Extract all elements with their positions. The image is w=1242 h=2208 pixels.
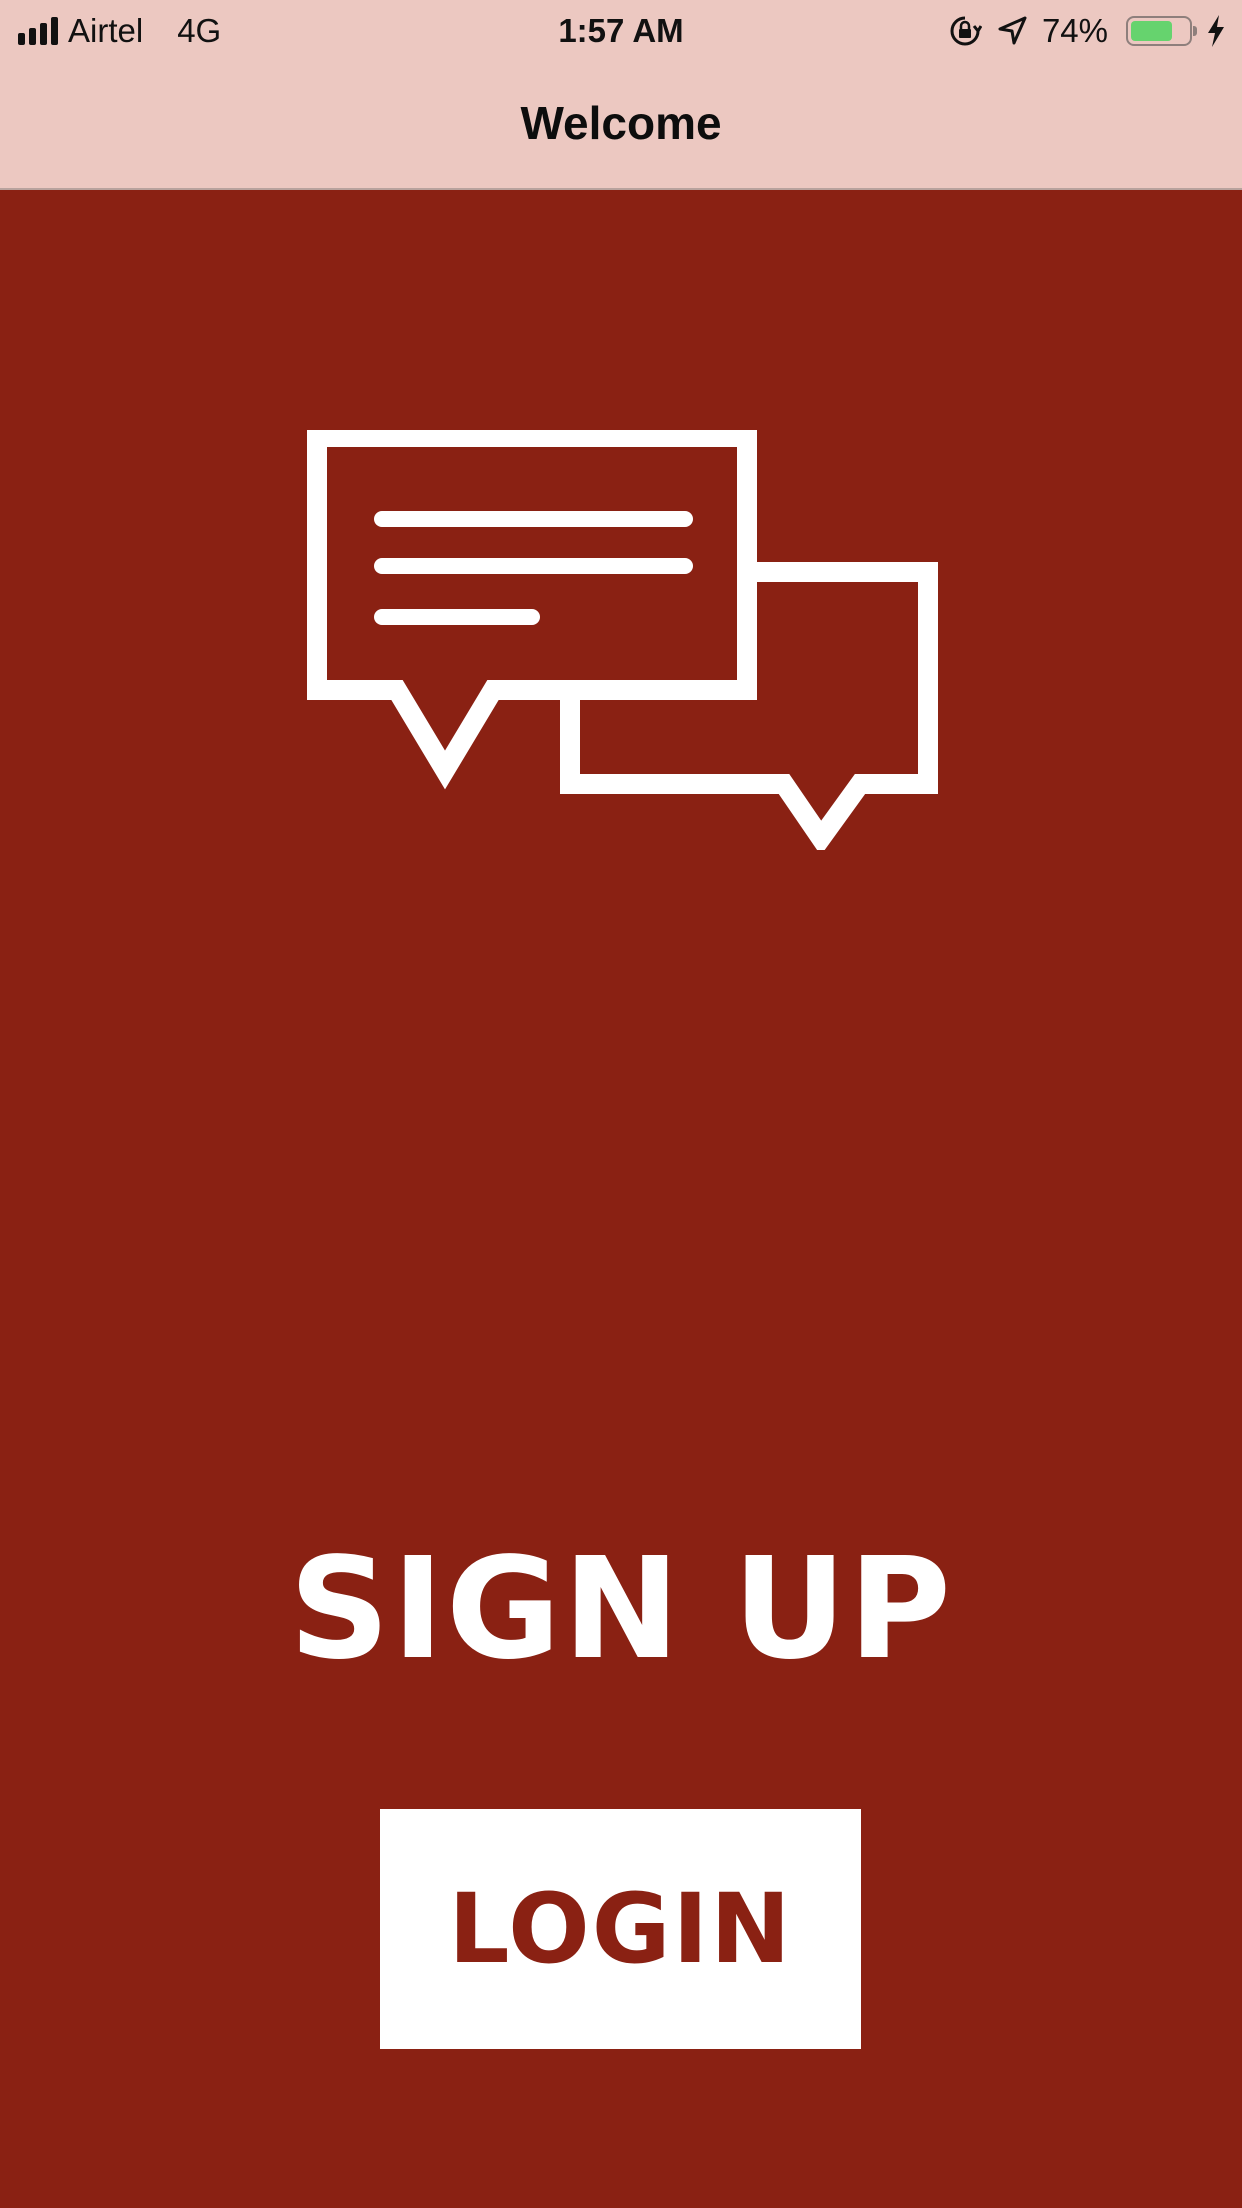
orientation-lock-icon: [950, 16, 982, 46]
battery-icon: [1126, 16, 1197, 46]
login-button[interactable]: LOGIN: [380, 1809, 861, 2049]
chat-bubbles-icon: [307, 430, 938, 850]
front-speech-bubble: [307, 430, 757, 790]
sign-up-button[interactable]: SIGN UP: [0, 1520, 1242, 1700]
charging-bolt-icon: [1208, 15, 1224, 47]
location-arrow-icon: [998, 16, 1027, 45]
page-title: Welcome: [520, 97, 722, 149]
top-bar: Airtel 4G 1:57 AM 74% Welcome: [0, 0, 1242, 190]
battery-level-fill: [1131, 21, 1172, 41]
status-right: 74%: [948, 10, 1226, 52]
battery-percent: 74%: [1041, 12, 1108, 49]
status-bar: Airtel 4G 1:57 AM 74%: [0, 0, 1242, 62]
